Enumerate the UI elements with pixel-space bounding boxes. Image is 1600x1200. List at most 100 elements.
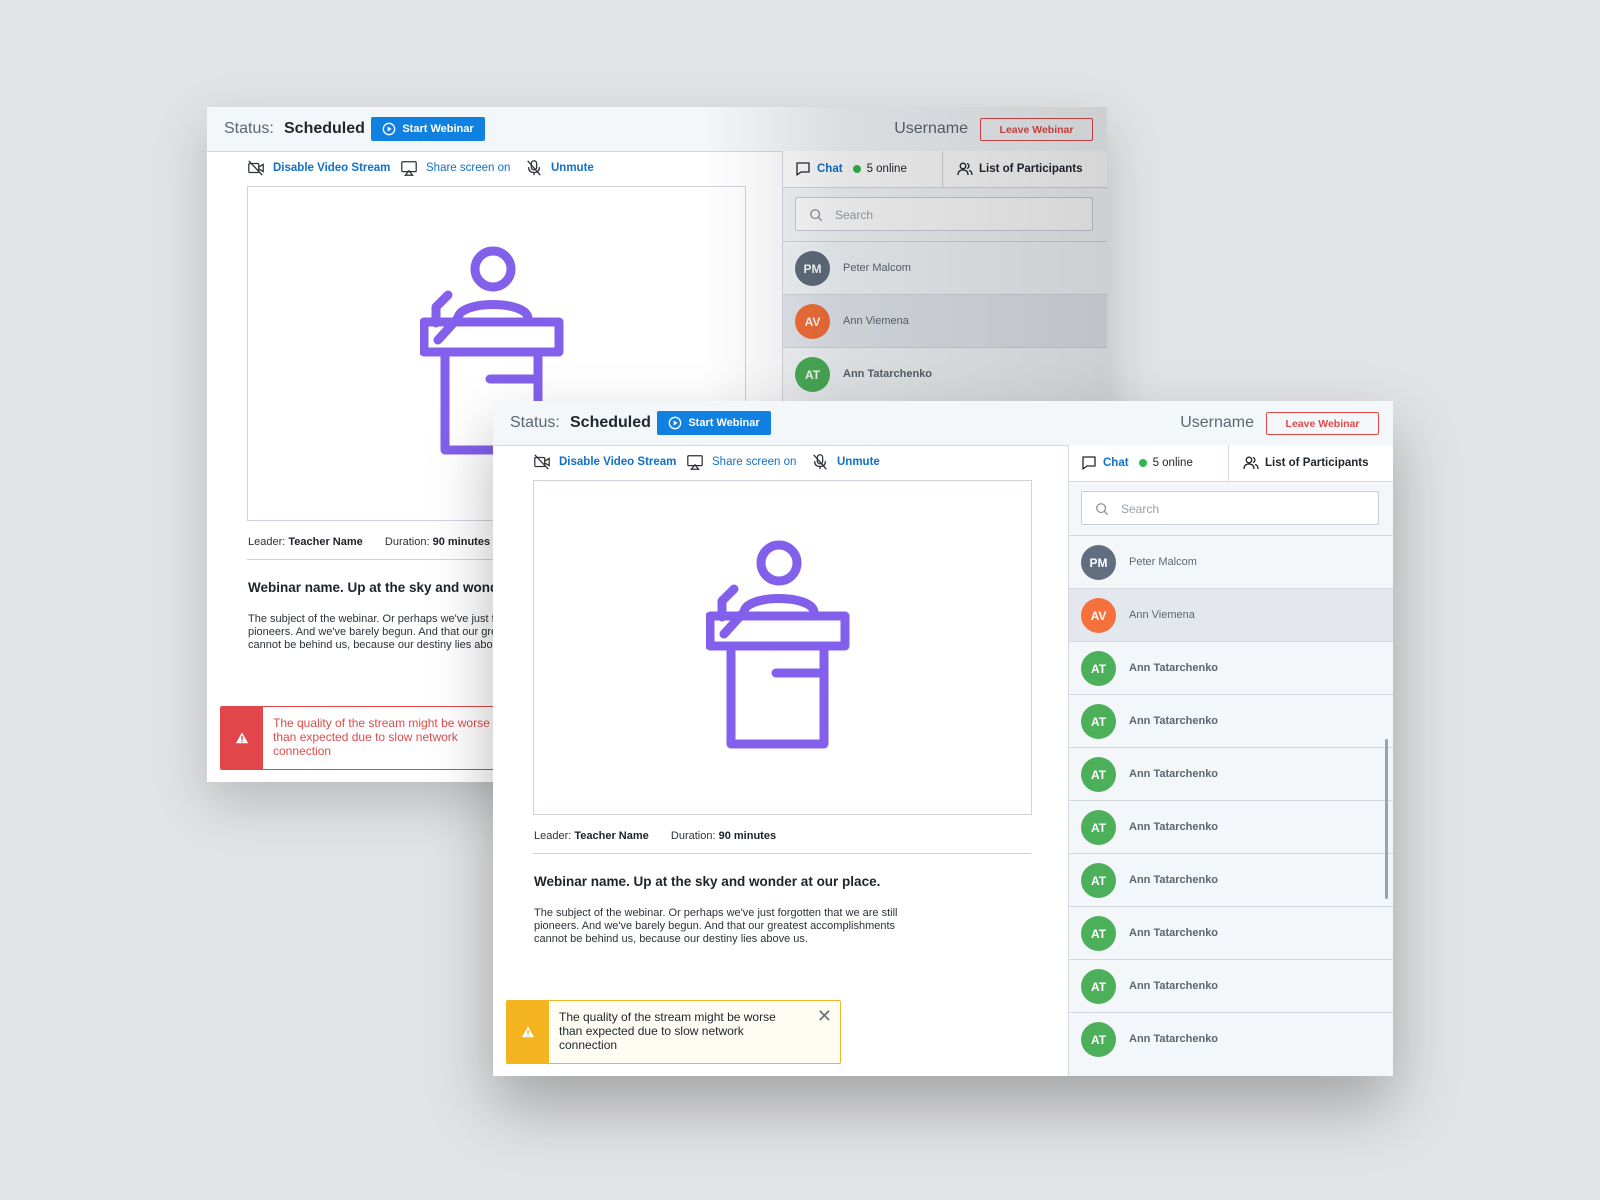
- avatar: AT: [795, 357, 830, 392]
- participant-name: Ann Viemena: [843, 315, 909, 327]
- warning-toast: The quality of the stream might be worse…: [506, 1000, 841, 1064]
- online-count: 5 online: [1152, 457, 1193, 469]
- media-toolbar: Disable Video Stream Share screen on Unm…: [247, 159, 767, 183]
- media-toolbar: Disable Video Stream Share screen on Unm…: [533, 453, 1053, 477]
- username: Username: [1180, 414, 1254, 431]
- duration-label: Duration:: [670, 830, 716, 842]
- play-circle-icon: [383, 122, 396, 136]
- participant-name: Ann Tatarchenko: [1129, 715, 1219, 727]
- leave-webinar-button[interactable]: Leave Webinar: [1266, 412, 1379, 435]
- participant-name: Ann Tatarchenko: [1129, 874, 1219, 886]
- participant-list: PM Peter Malcom AV Ann Viemena AT Ann Tatarch…: [1069, 535, 1393, 1065]
- participant-row[interactable]: AT Ann Tatarchenko: [783, 347, 1107, 400]
- participant-row[interactable]: AV Ann Viemena: [1069, 588, 1393, 641]
- online-status-dot: [1138, 459, 1147, 467]
- toast-message: The quality of the stream might be worse…: [559, 1010, 776, 1052]
- toast-message: The quality of the stream might be worse…: [273, 716, 490, 758]
- users-icon: [1243, 456, 1259, 470]
- avatar: AT: [1081, 863, 1116, 898]
- participant-row[interactable]: AT Ann Tatarchenko: [1069, 853, 1393, 906]
- podium-speaker-icon: [706, 540, 850, 749]
- participant-row[interactable]: AT Ann Tatarchenko: [1069, 641, 1393, 694]
- avatar: PM: [1081, 545, 1116, 580]
- search-input[interactable]: Search: [1081, 491, 1379, 525]
- unmute-button[interactable]: Unmute: [525, 159, 594, 177]
- search-icon: [810, 209, 823, 222]
- participant-row[interactable]: AT Ann Tatarchenko: [1069, 959, 1393, 1012]
- video-off-icon: [248, 160, 264, 176]
- start-webinar-label: Start Webinar: [688, 417, 760, 429]
- participant-name: Ann Viemena: [1129, 609, 1195, 621]
- online-status-dot: [852, 165, 861, 173]
- participant-list-scrollbar[interactable]: [1385, 739, 1388, 899]
- share-screen-button[interactable]: Share screen on: [686, 453, 796, 471]
- disable-video-button[interactable]: Disable Video Stream: [247, 159, 390, 177]
- toast-icon-bar: [221, 707, 263, 769]
- unmute-label: Unmute: [837, 456, 880, 468]
- divider: [533, 853, 1031, 854]
- unmute-button[interactable]: Unmute: [811, 453, 880, 471]
- tab-participants[interactable]: List of Participants: [1229, 445, 1393, 481]
- username: Username: [894, 120, 968, 137]
- chat-tab-label: Chat: [817, 163, 843, 175]
- start-webinar-button[interactable]: Start Webinar: [657, 411, 771, 435]
- webinar-title: Webinar name. Up at the sky and wonder a…: [534, 874, 881, 889]
- mic-off-icon: [813, 454, 827, 470]
- screen-share-icon: [401, 161, 417, 176]
- chat-bubble-icon: [1082, 456, 1096, 470]
- avatar: AT: [1081, 1022, 1116, 1057]
- leader-label: Leader:: [248, 536, 286, 548]
- avatar: PM: [795, 251, 830, 286]
- webinar-meta: Leader: Teacher Name Duration: 90 minute…: [534, 830, 776, 842]
- participant-name: Peter Malcom: [1129, 556, 1197, 568]
- video-stream-area[interactable]: [533, 480, 1032, 815]
- participant-row[interactable]: AT Ann Tatarchenko: [1069, 800, 1393, 853]
- participants-tab-label: List of Participants: [979, 163, 1083, 175]
- avatar: AT: [1081, 757, 1116, 792]
- mic-off-icon: [527, 160, 541, 176]
- search-input[interactable]: Search: [795, 197, 1093, 231]
- participant-row[interactable]: AT Ann Tatarchenko: [1069, 747, 1393, 800]
- warning-icon: [521, 1026, 535, 1038]
- avatar: AV: [795, 304, 830, 339]
- duration-value: 90 minutes: [718, 830, 777, 842]
- tab-chat[interactable]: Chat 5 online: [1069, 445, 1229, 481]
- unmute-label: Unmute: [551, 162, 594, 174]
- disable-video-button[interactable]: Disable Video Stream: [533, 453, 676, 471]
- toast-icon-bar: [507, 1001, 549, 1063]
- participant-row[interactable]: AT Ann Tatarchenko: [1069, 694, 1393, 747]
- participant-name: Ann Tatarchenko: [1129, 1033, 1219, 1045]
- participant-row[interactable]: PM Peter Malcom: [783, 241, 1107, 294]
- participant-row[interactable]: AT Ann Tatarchenko: [1069, 1012, 1393, 1065]
- webinar-header: Status: Scheduled Start Webinar Username…: [207, 107, 1107, 152]
- participant-row[interactable]: PM Peter Malcom: [1069, 535, 1393, 588]
- participant-name: Ann Tatarchenko: [1129, 980, 1219, 992]
- sidebar-tabs: Chat 5 online List of Participants: [1069, 445, 1393, 482]
- tab-participants[interactable]: List of Participants: [943, 151, 1107, 187]
- participant-row[interactable]: AT Ann Tatarchenko: [1069, 906, 1393, 959]
- share-screen-label: Share screen on: [426, 162, 511, 174]
- webinar-meta: Leader: Teacher Name Duration: 90 minute…: [248, 536, 490, 548]
- avatar: AT: [1081, 969, 1116, 1004]
- participant-name: Ann Tatarchenko: [1129, 927, 1219, 939]
- chat-tab-label: Chat: [1103, 457, 1129, 469]
- leader-label: Leader:: [534, 830, 572, 842]
- participants-tab-label: List of Participants: [1265, 457, 1369, 469]
- leave-webinar-button[interactable]: Leave Webinar: [980, 118, 1093, 141]
- close-icon[interactable]: ✕: [817, 1007, 832, 1025]
- tab-chat[interactable]: Chat 5 online: [783, 151, 943, 187]
- webinar-description: The subject of the webinar. Or perhaps w…: [534, 907, 898, 945]
- participant-row[interactable]: AV Ann Viemena: [783, 294, 1107, 347]
- warning-icon: [235, 732, 249, 744]
- share-screen-button[interactable]: Share screen on: [400, 159, 510, 177]
- avatar: AT: [1081, 704, 1116, 739]
- start-webinar-button[interactable]: Start Webinar: [371, 117, 485, 141]
- screen-share-icon: [687, 455, 703, 470]
- status-value: Scheduled: [570, 414, 651, 431]
- disable-video-label: Disable Video Stream: [273, 162, 391, 174]
- search-placeholder: Search: [1121, 502, 1160, 516]
- duration-label: Duration:: [384, 536, 430, 548]
- sidebar-tabs: Chat 5 online List of Participants: [783, 151, 1107, 188]
- leader-value: Teacher Name: [574, 830, 649, 842]
- avatar: AT: [1081, 810, 1116, 845]
